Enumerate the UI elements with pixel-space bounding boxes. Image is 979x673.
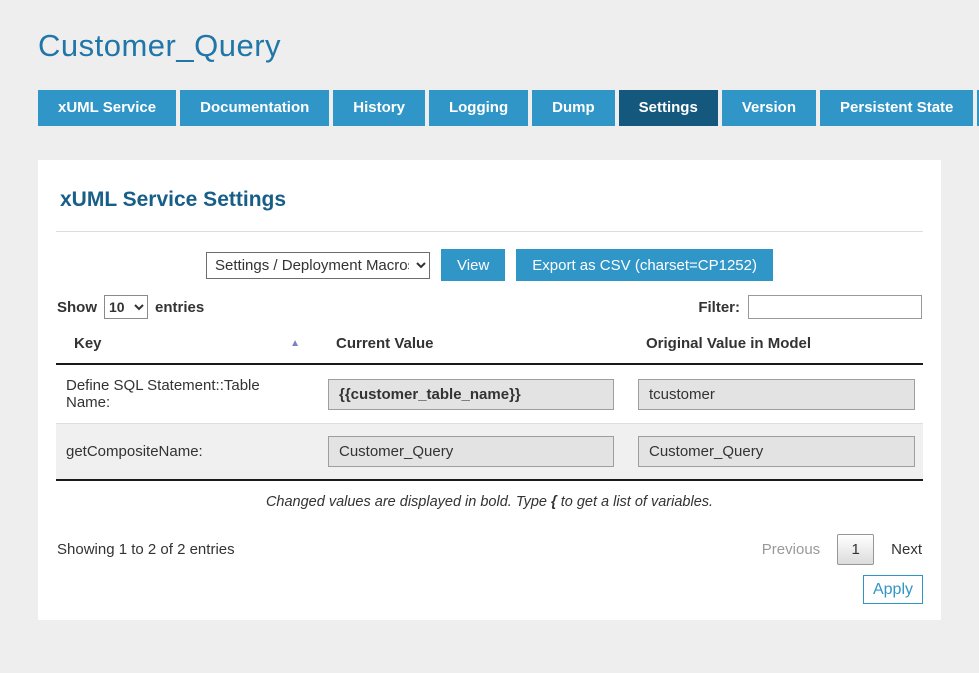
tab-dump[interactable]: Dump	[532, 90, 615, 126]
tab-persistent-state[interactable]: Persistent State	[820, 90, 973, 126]
settings-table: Key ▲ Current Value Original Value in Mo…	[56, 326, 923, 481]
note-suffix: to get a list of variables.	[557, 494, 713, 510]
apply-row: Apply	[56, 575, 923, 604]
changed-values-note: Changed values are displayed in bold. Ty…	[56, 494, 923, 510]
category-select[interactable]: Settings / Deployment Macros	[206, 252, 430, 279]
page: Customer_Query xUML Service Documentatio…	[0, 28, 979, 620]
column-header-current-value[interactable]: Current Value	[318, 326, 628, 364]
length-filter-row: Show 10 entries Filter:	[56, 295, 923, 319]
current-value-input[interactable]	[328, 379, 614, 410]
table-header-row: Key ▲ Current Value Original Value in Mo…	[56, 326, 923, 364]
tab-history[interactable]: History	[333, 90, 425, 126]
tab-documentation[interactable]: Documentation	[180, 90, 329, 126]
original-value-input[interactable]	[638, 436, 915, 467]
tab-logging[interactable]: Logging	[429, 90, 528, 126]
tab-xuml-service[interactable]: xUML Service	[38, 90, 176, 126]
filter-input[interactable]	[748, 295, 922, 319]
settings-panel: xUML Service Settings Settings / Deploym…	[38, 160, 941, 620]
current-value-input[interactable]	[328, 436, 614, 467]
page-length-control: Show 10 entries	[57, 295, 204, 319]
pagination: Previous 1 Next	[762, 534, 922, 565]
row-current-value-cell	[318, 424, 628, 481]
column-header-original-value[interactable]: Original Value in Model	[628, 326, 923, 364]
column-header-key-label: Key	[74, 335, 102, 352]
entries-info: Showing 1 to 2 of 2 entries	[57, 541, 235, 558]
filter-control: Filter:	[698, 295, 922, 319]
table-footer-row: Showing 1 to 2 of 2 entries Previous 1 N…	[56, 534, 923, 565]
note-prefix: Changed values are displayed in bold. Ty…	[266, 494, 551, 510]
show-label: Show	[57, 299, 97, 316]
row-original-value-cell	[628, 424, 923, 481]
row-key-label: Define SQL Statement::Table Name:	[56, 364, 318, 424]
entries-label: entries	[155, 299, 204, 316]
column-header-key[interactable]: Key ▲	[56, 326, 318, 364]
pagination-previous[interactable]: Previous	[762, 541, 820, 558]
tab-settings[interactable]: Settings	[619, 90, 718, 126]
heading-divider	[56, 231, 923, 232]
page-length-select[interactable]: 10	[104, 295, 148, 319]
sort-ascending-icon: ▲	[290, 339, 300, 349]
pagination-next[interactable]: Next	[891, 541, 922, 558]
filter-label: Filter:	[698, 299, 740, 316]
table-row: Define SQL Statement::Table Name:	[56, 364, 923, 424]
tab-version[interactable]: Version	[722, 90, 816, 126]
export-csv-button[interactable]: Export as CSV (charset=CP1252)	[516, 249, 773, 281]
row-original-value-cell	[628, 364, 923, 424]
table-row: getCompositeName:	[56, 424, 923, 481]
view-button[interactable]: View	[441, 249, 505, 281]
row-current-value-cell	[318, 364, 628, 424]
original-value-input[interactable]	[638, 379, 915, 410]
tab-bar: xUML Service Documentation History Loggi…	[38, 90, 941, 126]
apply-button[interactable]: Apply	[863, 575, 923, 604]
row-key-label: getCompositeName:	[56, 424, 318, 481]
pagination-page-1[interactable]: 1	[837, 534, 874, 565]
controls-row: Settings / Deployment Macros View Export…	[56, 249, 923, 281]
page-title: Customer_Query	[38, 28, 941, 64]
panel-heading: xUML Service Settings	[60, 188, 923, 212]
